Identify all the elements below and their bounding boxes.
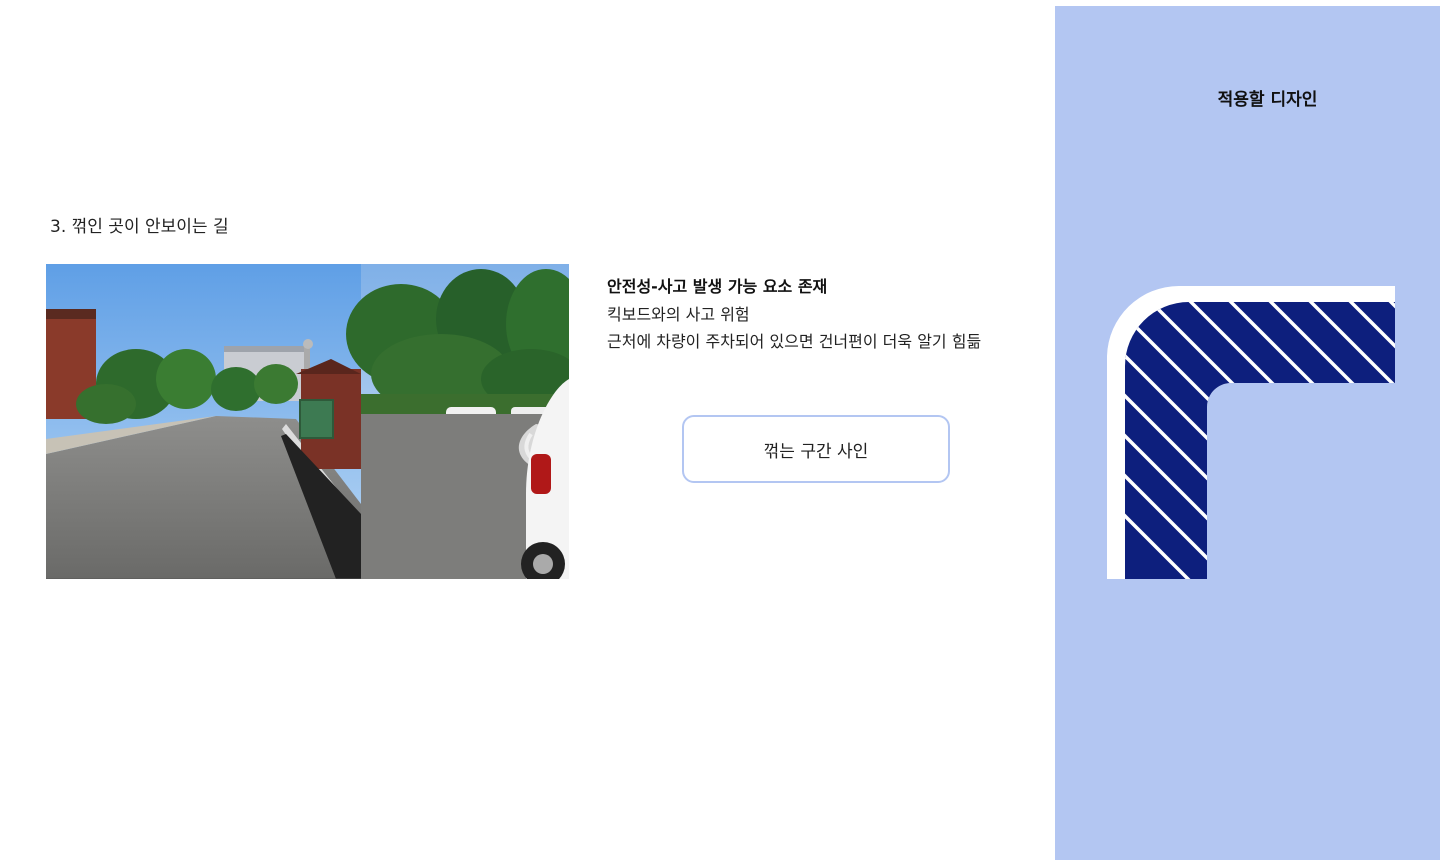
campus-road-photo xyxy=(46,264,361,579)
photo-collage xyxy=(46,264,569,579)
turn-section-sign-button[interactable]: 꺾는 구간 사인 xyxy=(682,415,950,483)
design-panel: 적용할 디자인 xyxy=(1055,6,1440,860)
info-block: 안전성-사고 발생 가능 요소 존재 킥보드와의 사고 위험 근처에 차량이 주… xyxy=(607,273,981,356)
info-line-kickboard: 킥보드와의 사고 위험 xyxy=(607,304,750,324)
stripe xyxy=(1415,286,1440,606)
corner-stripe-design xyxy=(1107,286,1440,606)
info-line-parking: 근처에 차량이 주차되어 있으면 건너편이 더욱 알기 힘듦 xyxy=(607,332,982,351)
info-heading: 안전성-사고 발생 가능 요소 존재 xyxy=(607,277,828,296)
parking-lot-photo xyxy=(346,264,569,579)
road-photos xyxy=(46,264,569,579)
section-title: 3. 꺾인 곳이 안보이는 길 xyxy=(50,217,229,237)
